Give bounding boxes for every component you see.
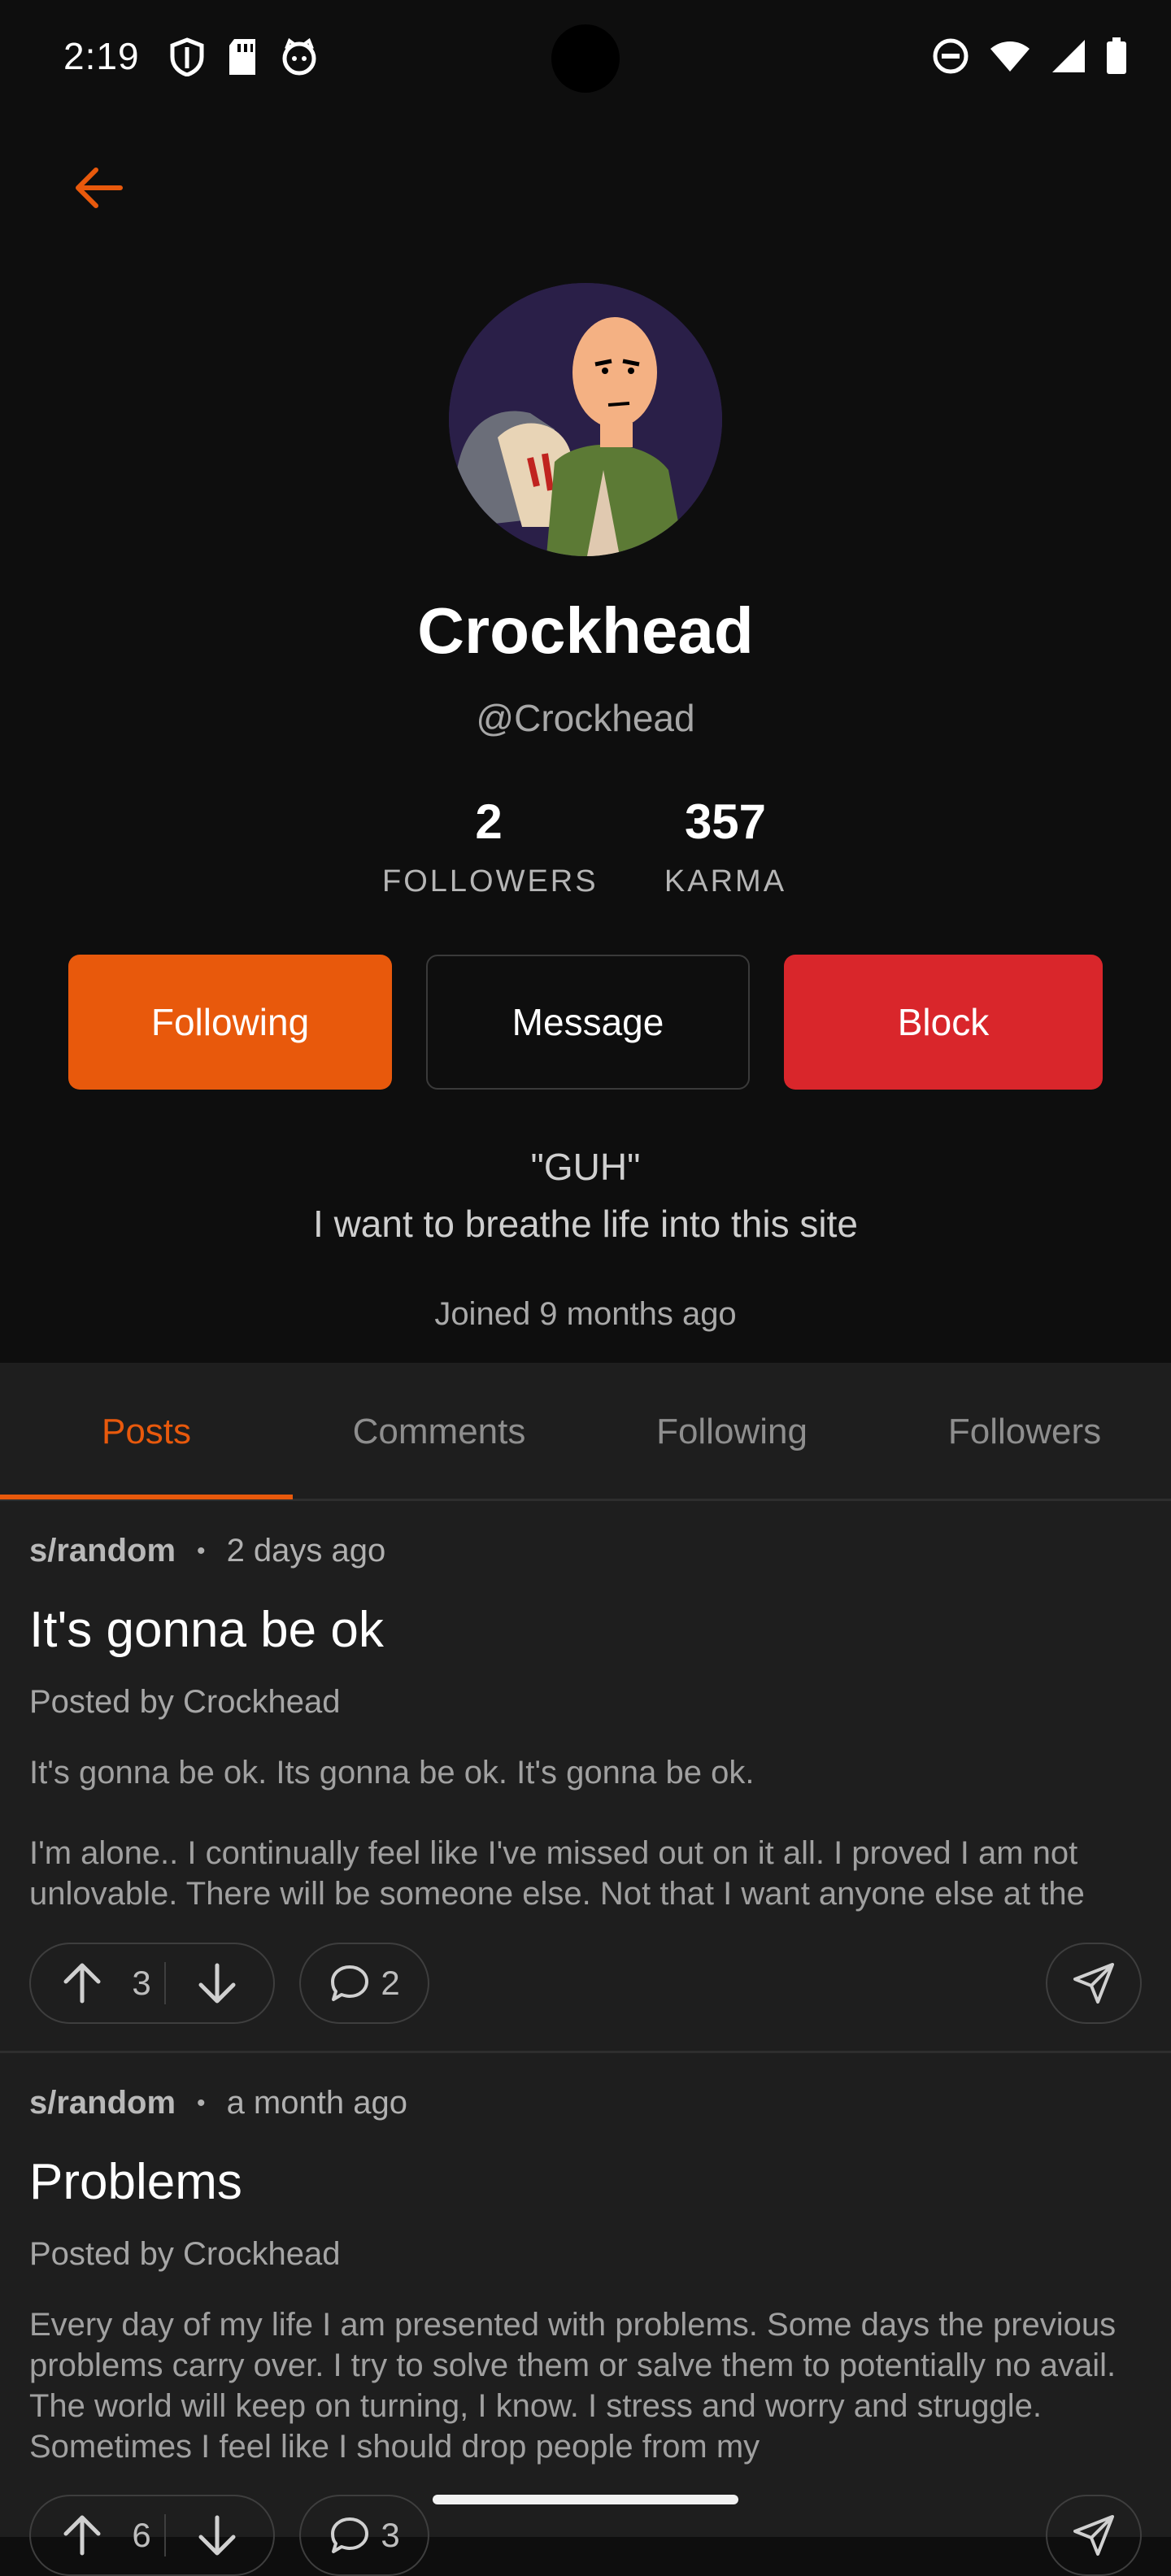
post-author: Posted by Crockhead: [29, 1684, 341, 1720]
joined-date: Joined 9 months ago: [434, 1296, 737, 1332]
comment-count: 3: [381, 2516, 400, 2554]
avatar: [449, 283, 722, 556]
comment-bubble-icon: [331, 2517, 369, 2553]
upvote-button[interactable]: [46, 1943, 119, 2024]
arrow-up-icon: [63, 2515, 101, 2556]
post-author: Posted by Crockhead: [29, 2236, 341, 2272]
do-not-disturb-icon: [932, 37, 969, 79]
back-button[interactable]: [65, 159, 130, 216]
post-meta: s/random • 2 days ago: [29, 1533, 385, 1569]
tab-comments[interactable]: Comments: [293, 1363, 586, 1501]
karma-count: 357: [684, 794, 767, 849]
share-button[interactable]: [1046, 1943, 1142, 2024]
comment-bubble-icon: [331, 1965, 369, 2001]
karma-label: KARMA: [664, 864, 787, 899]
followers-count: 2: [475, 794, 503, 849]
post-title[interactable]: It's gonna be ok: [29, 1601, 384, 1659]
comment-count: 2: [381, 1964, 400, 2002]
shield-icon: [169, 37, 205, 80]
post-card[interactable]: s/random • 2 days ago It's gonna be ok P…: [0, 1503, 1171, 2053]
sd-card-icon: [226, 37, 259, 80]
vote-count: 3: [132, 1964, 151, 2002]
following-button[interactable]: Following: [68, 955, 392, 1090]
camera-cutout: [551, 24, 620, 93]
vote-control: 6: [29, 2495, 275, 2576]
arrow-left-icon: [76, 168, 123, 208]
karma-stat: 357 KARMA: [660, 794, 790, 899]
cat-face-icon: [280, 37, 319, 80]
profile-tabs: Posts Comments Following Followers: [0, 1363, 1171, 1501]
downvote-button[interactable]: [181, 2495, 254, 2576]
post-body-paragraph: It's gonna be ok. Its gonna be ok. It's …: [29, 1755, 755, 1791]
upvote-button[interactable]: [46, 2495, 119, 2576]
message-button[interactable]: Message: [426, 955, 750, 1090]
arrow-down-icon: [198, 1963, 236, 2004]
profile-name: Crockhead: [417, 594, 754, 667]
arrow-up-icon: [63, 1963, 101, 2004]
status-bar: 2:19: [0, 0, 1171, 114]
post-community[interactable]: s/random: [29, 2085, 176, 2121]
share-button[interactable]: [1046, 2495, 1142, 2576]
followers-label: FOLLOWERS: [382, 864, 599, 899]
status-icons-right: [932, 37, 1127, 79]
post-community[interactable]: s/random: [29, 1533, 176, 1569]
post-title[interactable]: Problems: [29, 2153, 242, 2211]
send-icon: [1073, 2515, 1114, 2556]
wifi-icon: [989, 39, 1031, 77]
vote-divider: [164, 1962, 166, 2004]
tab-followers[interactable]: Followers: [878, 1363, 1171, 1501]
comments-button[interactable]: 3: [299, 2495, 429, 2576]
post-body-paragraph: Every day of my life I am presented with…: [29, 2307, 1117, 2465]
block-button[interactable]: Block: [784, 955, 1103, 1090]
post-time: a month ago: [226, 2085, 407, 2121]
vote-divider: [164, 2514, 166, 2556]
signal-icon: [1051, 38, 1086, 78]
vote-count: 6: [132, 2516, 151, 2554]
bio-line-2: I want to breathe life into this site: [313, 1203, 858, 1245]
arrow-down-icon: [198, 2515, 236, 2556]
status-icons-left: [169, 37, 319, 80]
profile-content: Posts Comments Following Followers s/ran…: [0, 1363, 1171, 2576]
followers-stat[interactable]: 2 FOLLOWERS: [382, 794, 599, 899]
bio-line-1: "GUH": [530, 1146, 641, 1188]
tab-posts[interactable]: Posts: [0, 1363, 293, 1501]
status-time: 2:19: [63, 35, 140, 77]
post-body-paragraph: I'm alone.. I continually feel like I've…: [29, 1835, 1085, 1912]
battery-icon: [1106, 37, 1127, 79]
meta-separator: •: [197, 2089, 206, 2117]
comments-button[interactable]: 2: [299, 1943, 429, 2024]
post-body: Every day of my life I am presented with…: [29, 2304, 1143, 2465]
post-card[interactable]: s/random • a month ago Problems Posted b…: [0, 2056, 1171, 2576]
post-body: It's gonna be ok. Its gonna be ok. It's …: [29, 1752, 1143, 1912]
meta-separator: •: [197, 1537, 206, 1564]
vote-control: 3: [29, 1943, 275, 2024]
profile-bio: "GUH" I want to breathe life into this s…: [0, 1138, 1171, 1252]
post-meta: s/random • a month ago: [29, 2085, 407, 2121]
send-icon: [1073, 1963, 1114, 2004]
home-indicator[interactable]: [433, 2495, 738, 2504]
profile-handle: @Crockhead: [476, 697, 695, 739]
downvote-button[interactable]: [181, 1943, 254, 2024]
post-time: 2 days ago: [226, 1533, 386, 1569]
tab-following[interactable]: Following: [586, 1363, 878, 1501]
active-tab-indicator: [0, 1495, 293, 1499]
